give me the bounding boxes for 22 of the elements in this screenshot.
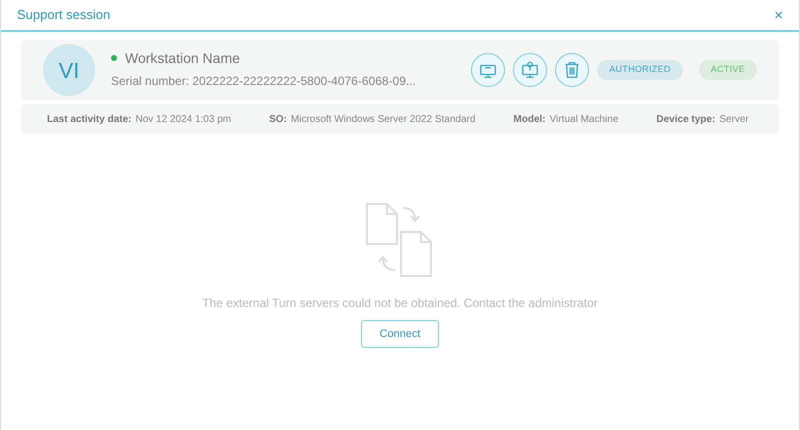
delete-button[interactable] <box>555 53 589 87</box>
remote-button[interactable] <box>471 53 505 87</box>
detail-label: Device type: <box>656 112 716 126</box>
detail-value: Nov 12 2024 1:03 pm <box>135 112 232 126</box>
detail-value: Microsoft Windows Server 2022 Standard <box>290 112 476 126</box>
push-button[interactable] <box>513 53 547 87</box>
detail-value: Virtual Machine <box>550 112 618 126</box>
close-button[interactable]: × <box>774 8 783 22</box>
status-badge: AUTHORIZED <box>597 60 683 80</box>
detail-value: Server <box>719 112 749 126</box>
error-message: The external Turn servers could not be obtained. Contact the administrator <box>202 295 598 312</box>
detail-label: SO: <box>269 112 287 126</box>
avatar: VI <box>43 44 95 96</box>
device-name: Workstation Name <box>125 48 240 68</box>
serial-number: Serial number: 2022222-22222222-5800-4076-6068-09... <box>111 74 416 90</box>
monitor-pin-icon <box>520 60 540 80</box>
file-sync-icon <box>365 202 435 278</box>
detail-label: Model: <box>513 112 546 126</box>
detail-label: Last activity date: <box>47 112 132 126</box>
connect-button[interactable]: Connect <box>361 320 439 348</box>
window-title: Support session <box>17 6 110 24</box>
status-badge: ACTIVE <box>698 60 757 80</box>
